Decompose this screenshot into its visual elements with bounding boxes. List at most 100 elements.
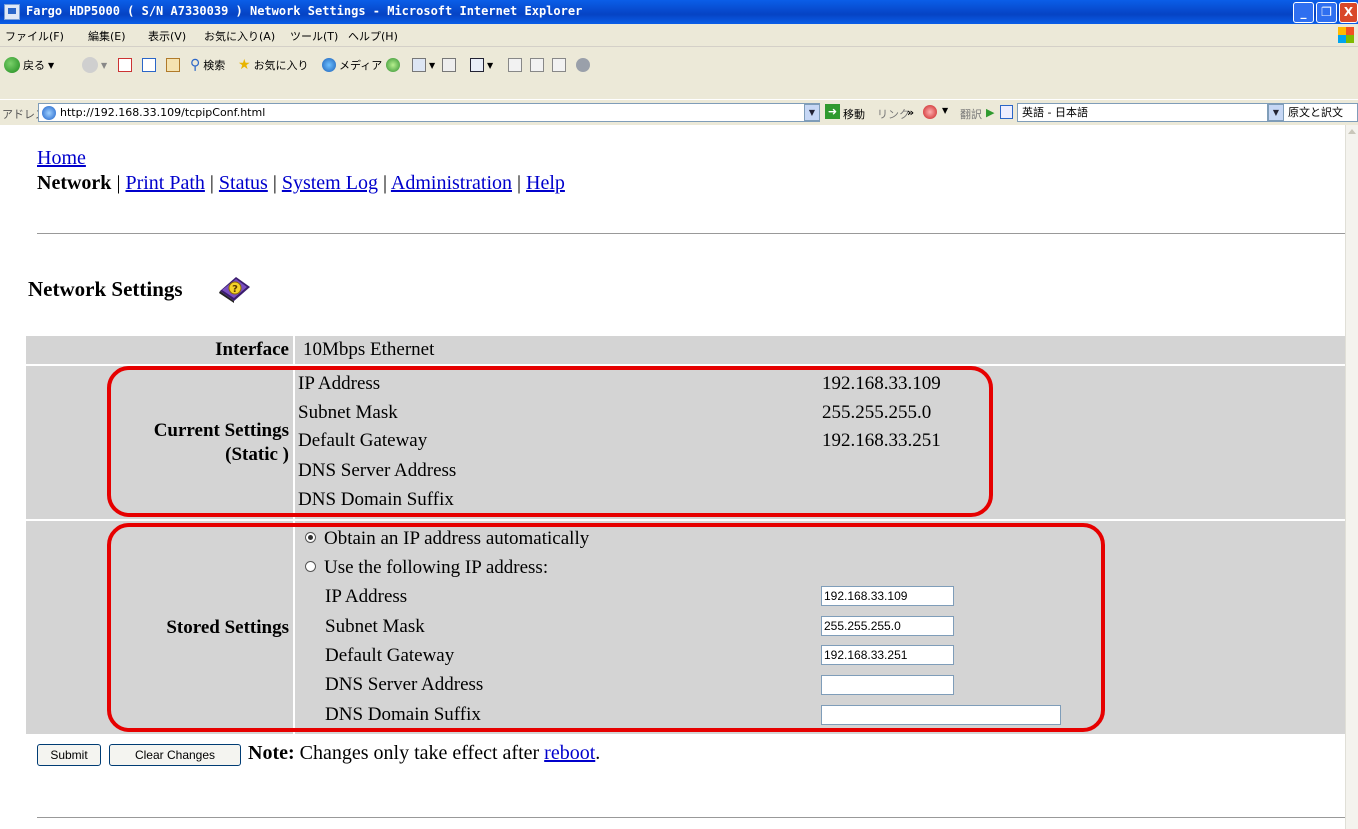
current-settings-highlight: [107, 366, 993, 517]
reboot-note: Note: Changes only take effect after reb…: [248, 742, 600, 765]
print-button[interactable]: [442, 54, 456, 76]
menu-file[interactable]: ファイル(F): [5, 28, 64, 44]
address-input[interactable]: http://192.168.33.109/tcpipConf.html: [38, 103, 820, 122]
mode-dropdown-button[interactable]: ▼: [1268, 104, 1284, 121]
nav-print-path-link[interactable]: Print Path: [125, 172, 204, 194]
scroll-up-arrow-icon[interactable]: [1348, 129, 1356, 134]
links-label[interactable]: リンク: [877, 106, 910, 122]
translation-mode-select[interactable]: ▼ 原文と訳文: [1267, 103, 1358, 122]
media-label: メディア: [339, 59, 383, 72]
nav-separator: |: [517, 172, 522, 194]
dropdown-arrow-icon[interactable]: ▼: [942, 106, 948, 115]
note-label: Note:: [248, 742, 295, 764]
translate-label[interactable]: 翻訳: [960, 106, 982, 122]
back-arrow-icon: [4, 57, 20, 73]
print-icon: [442, 58, 456, 72]
messenger-button[interactable]: [576, 54, 590, 76]
menu-bar: ファイル(F) 編集(E) 表示(V) お気に入り(A) ツール(T) ヘルプ(…: [0, 24, 1358, 47]
windows-logo-icon: [1338, 27, 1354, 43]
dropdown-arrow-icon: ▼: [101, 60, 108, 70]
links-chevron[interactable]: »: [907, 106, 914, 119]
go-button[interactable]: 移動: [843, 106, 865, 122]
translate-tool-icon[interactable]: [923, 105, 937, 119]
interface-row: Interface 10Mbps Ethernet: [26, 336, 1345, 364]
extra-tool-button-1[interactable]: [508, 54, 522, 76]
nav-separator: |: [116, 172, 121, 194]
address-url: http://192.168.33.109/tcpipConf.html: [60, 106, 266, 119]
menu-tools[interactable]: ツール(T): [290, 28, 338, 44]
divider: [37, 817, 1345, 818]
nav-administration-link[interactable]: Administration: [391, 172, 512, 194]
clear-changes-button[interactable]: Clear Changes: [109, 744, 241, 766]
minimize-button[interactable]: _: [1293, 2, 1314, 23]
language-select[interactable]: 英語 - 日本語: [1017, 103, 1270, 122]
maximize-button[interactable]: ❐: [1316, 2, 1337, 23]
media-icon: [322, 58, 336, 72]
vertical-scrollbar[interactable]: [1345, 125, 1358, 829]
forward-button[interactable]: ▼: [82, 54, 107, 76]
search-icon: ⚲: [190, 57, 201, 73]
note-end: .: [595, 742, 601, 764]
refresh-icon: [142, 58, 156, 72]
history-button[interactable]: [386, 54, 400, 76]
svg-text:?: ?: [232, 284, 238, 295]
home-icon: [166, 58, 180, 72]
back-button[interactable]: 戻る ▼: [4, 54, 54, 76]
dropdown-arrow-icon: ▼: [487, 60, 494, 70]
note-text: Changes only take effect after: [299, 742, 540, 764]
translate-page-icon[interactable]: [1000, 105, 1013, 119]
menu-view[interactable]: 表示(V): [148, 28, 186, 44]
nav-help-link[interactable]: Help: [526, 172, 565, 194]
nav-status-link[interactable]: Status: [219, 172, 268, 194]
history-icon: [386, 58, 400, 72]
mail-icon: [412, 58, 426, 72]
refresh-button[interactable]: [142, 54, 156, 76]
forward-arrow-icon: [82, 57, 98, 73]
go-arrow-icon[interactable]: ➜: [825, 104, 840, 119]
nav-separator: |: [209, 172, 214, 194]
nav-system-log-link[interactable]: System Log: [282, 172, 378, 194]
mail-button[interactable]: ▼: [412, 54, 435, 76]
tool-icon: [508, 58, 522, 72]
tool-icon: [530, 58, 544, 72]
help-book-icon[interactable]: ?: [216, 273, 252, 303]
nav-home-link[interactable]: Home: [37, 147, 86, 170]
close-button[interactable]: X: [1339, 2, 1358, 23]
page-title: Network Settings: [28, 277, 183, 301]
translation-mode-value: 原文と訳文: [1288, 106, 1343, 119]
address-dropdown-button[interactable]: ▼: [804, 104, 820, 121]
window-title: Fargo HDP5000 ( S/N A7330039 ) Network S…: [26, 4, 583, 18]
star-icon: ★: [238, 57, 251, 73]
back-label: 戻る: [23, 59, 45, 72]
media-button[interactable]: メディア: [322, 54, 382, 76]
ie-window-icon: [4, 4, 20, 20]
stop-icon: [118, 58, 132, 72]
search-button[interactable]: ⚲ 検索: [190, 54, 225, 76]
submit-button[interactable]: Submit: [37, 744, 101, 766]
search-label: 検索: [203, 59, 226, 72]
menu-edit[interactable]: 編集(E): [88, 28, 126, 44]
menu-help[interactable]: ヘルプ(H): [348, 28, 398, 44]
extra-tool-button-2[interactable]: [530, 54, 544, 76]
nav-bar: Network | Print Path | Status | System L…: [37, 172, 565, 195]
toolbar: 戻る ▼ ▼ ⚲ 検索 ★ お気に入り メディア ▼ ▼: [0, 47, 1358, 99]
window-title-bar[interactable]: Fargo HDP5000 ( S/N A7330039 ) Network S…: [0, 0, 1358, 24]
interface-value: 10Mbps Ethernet: [294, 336, 1345, 364]
reboot-link[interactable]: reboot: [544, 742, 595, 764]
menu-favorites[interactable]: お気に入り(A): [204, 28, 275, 44]
page-content: Home Network | Print Path | Status | Sys…: [0, 125, 1345, 829]
nav-separator: |: [382, 172, 387, 194]
address-bar: アドレス(D) http://192.168.33.109/tcpipConf.…: [0, 99, 1358, 126]
messenger-icon: [576, 58, 590, 72]
extra-tool-button-3[interactable]: [552, 54, 566, 76]
favorites-button[interactable]: ★ お気に入り: [238, 54, 309, 76]
interface-label: Interface: [26, 336, 295, 364]
divider: [37, 233, 1345, 234]
stop-button[interactable]: [118, 54, 132, 76]
dropdown-arrow-icon: ▼: [48, 60, 55, 70]
dropdown-arrow-icon: ▼: [429, 60, 436, 70]
play-icon[interactable]: ▶: [986, 106, 994, 119]
nav-network-current: Network: [37, 172, 112, 194]
edit-button[interactable]: ▼: [470, 54, 493, 76]
home-toolbar-button[interactable]: [166, 54, 180, 76]
